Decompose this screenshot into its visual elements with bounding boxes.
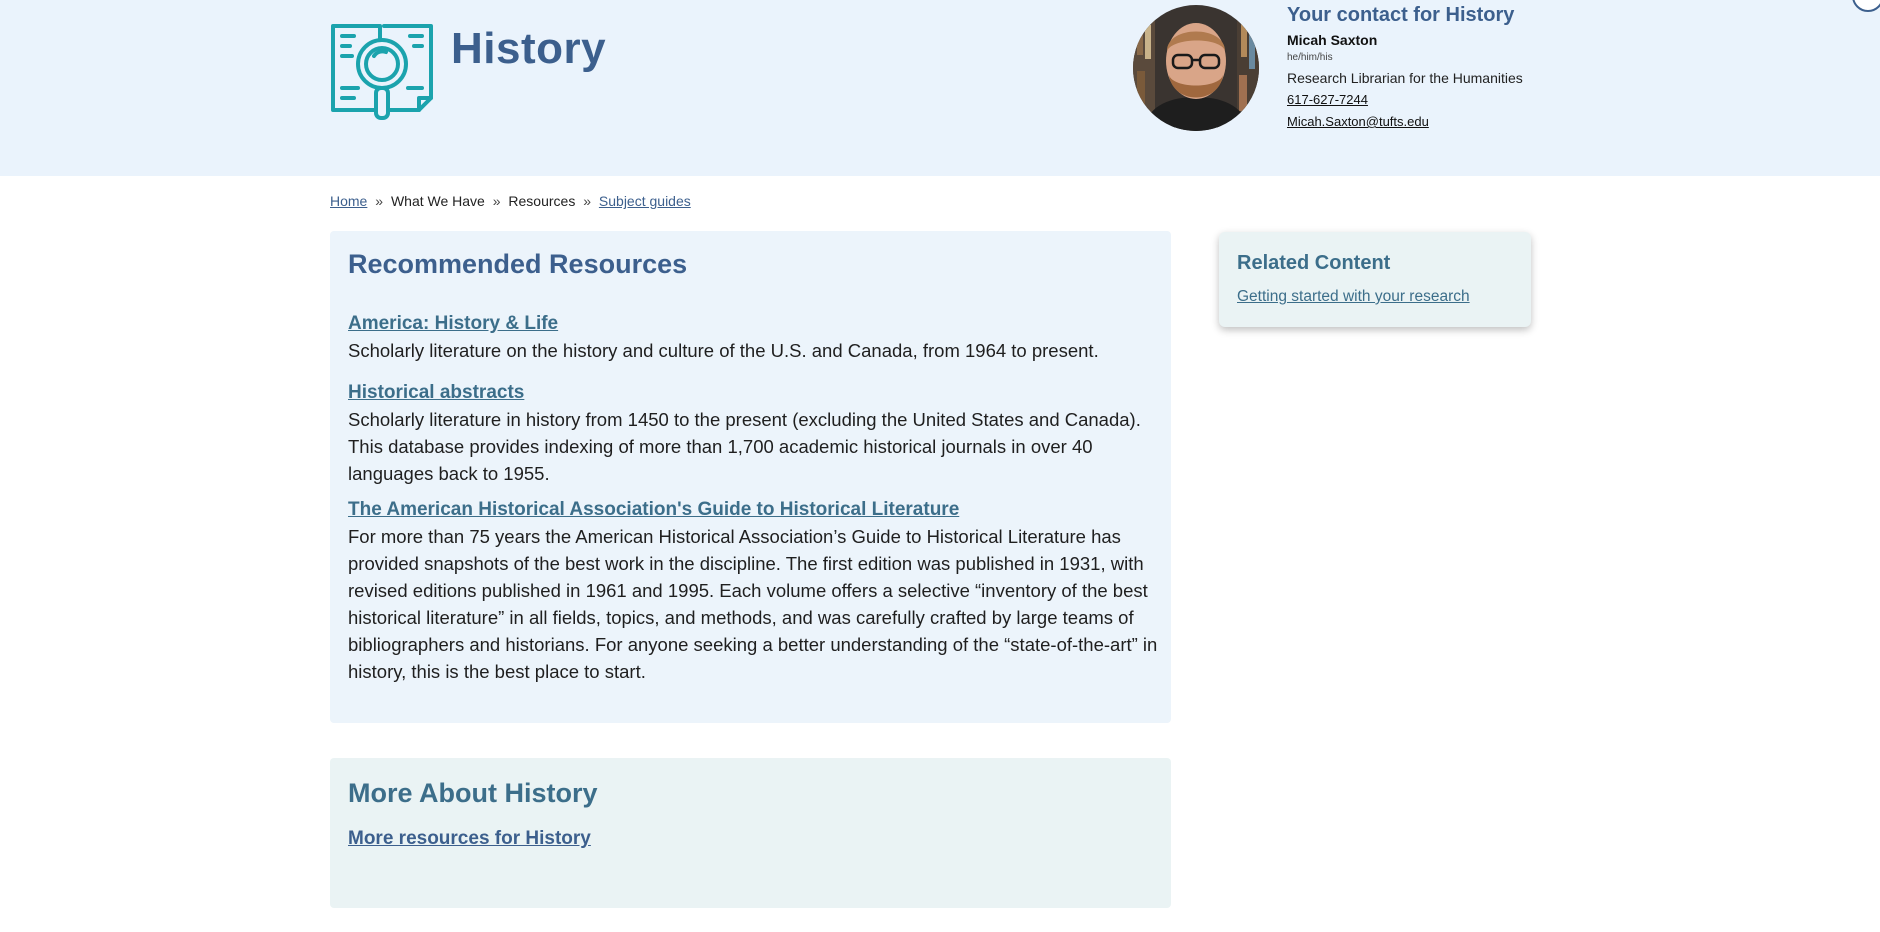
breadcrumb-separator: » [583, 193, 592, 209]
recommended-resources-heading: Recommended Resources [348, 249, 688, 279]
contact-role: Research Librarian for the Humanities [1287, 70, 1523, 86]
more-about-heading: More About History [348, 778, 598, 808]
contact-pronouns: he/him/his [1287, 52, 1333, 63]
resource-link-aha-guide[interactable]: The American Historical Association's Gu… [348, 497, 1163, 523]
breadcrumb-what-we-have: What We Have [390, 193, 485, 209]
breadcrumb-resources: Resources [508, 193, 576, 209]
page-header: History Your contact for History Micah S… [0, 0, 1880, 176]
avatar [1133, 5, 1259, 131]
contact-name: Micah Saxton [1287, 32, 1378, 48]
corner-button[interactable] [1852, 0, 1880, 12]
breadcrumb: Home » What We Have » Resources » Subjec… [330, 193, 691, 209]
resource-link-america-history-life[interactable]: America: History & Life [348, 311, 1163, 337]
breadcrumb-separator: » [492, 193, 501, 209]
contact-email-link[interactable]: Micah.Saxton@tufts.edu [1287, 113, 1523, 131]
breadcrumb-subject-guides-link[interactable]: Subject guides [599, 193, 691, 209]
more-about-section: More About History More resources for Hi… [330, 758, 1171, 908]
contact-phone-link[interactable]: 617-627-7244 [1287, 91, 1523, 109]
breadcrumb-separator: » [375, 193, 384, 209]
recommended-resources-section: Recommended Resources America: History &… [330, 231, 1171, 723]
page-title: History [451, 24, 607, 73]
resource-link-historical-abstracts[interactable]: Historical abstracts [348, 380, 1163, 406]
contact-heading: Your contact for History [1287, 4, 1515, 26]
breadcrumb-home-link[interactable]: Home [330, 193, 367, 209]
related-content-card: Related Content Getting started with you… [1219, 232, 1531, 327]
list-item: The American Historical Association's Gu… [348, 497, 1163, 685]
more-resources-link[interactable]: More resources for History [348, 828, 591, 850]
related-content-link[interactable]: Getting started with your research [1237, 288, 1470, 306]
resource-description: Scholarly literature in history from 145… [348, 409, 1141, 484]
resource-description: Scholarly literature on the history and … [348, 340, 1099, 361]
contact-card: Your contact for History Micah Saxton he… [1287, 2, 1523, 131]
related-content-heading: Related Content [1237, 252, 1391, 274]
list-item: Historical abstracts Scholarly literatur… [348, 380, 1163, 487]
list-item: America: History & Life Scholarly litera… [348, 311, 1163, 364]
book-magnifier-icon [331, 24, 433, 120]
resource-description: For more than 75 years the American Hist… [348, 526, 1158, 682]
resource-list: America: History & Life Scholarly litera… [348, 311, 1163, 701]
